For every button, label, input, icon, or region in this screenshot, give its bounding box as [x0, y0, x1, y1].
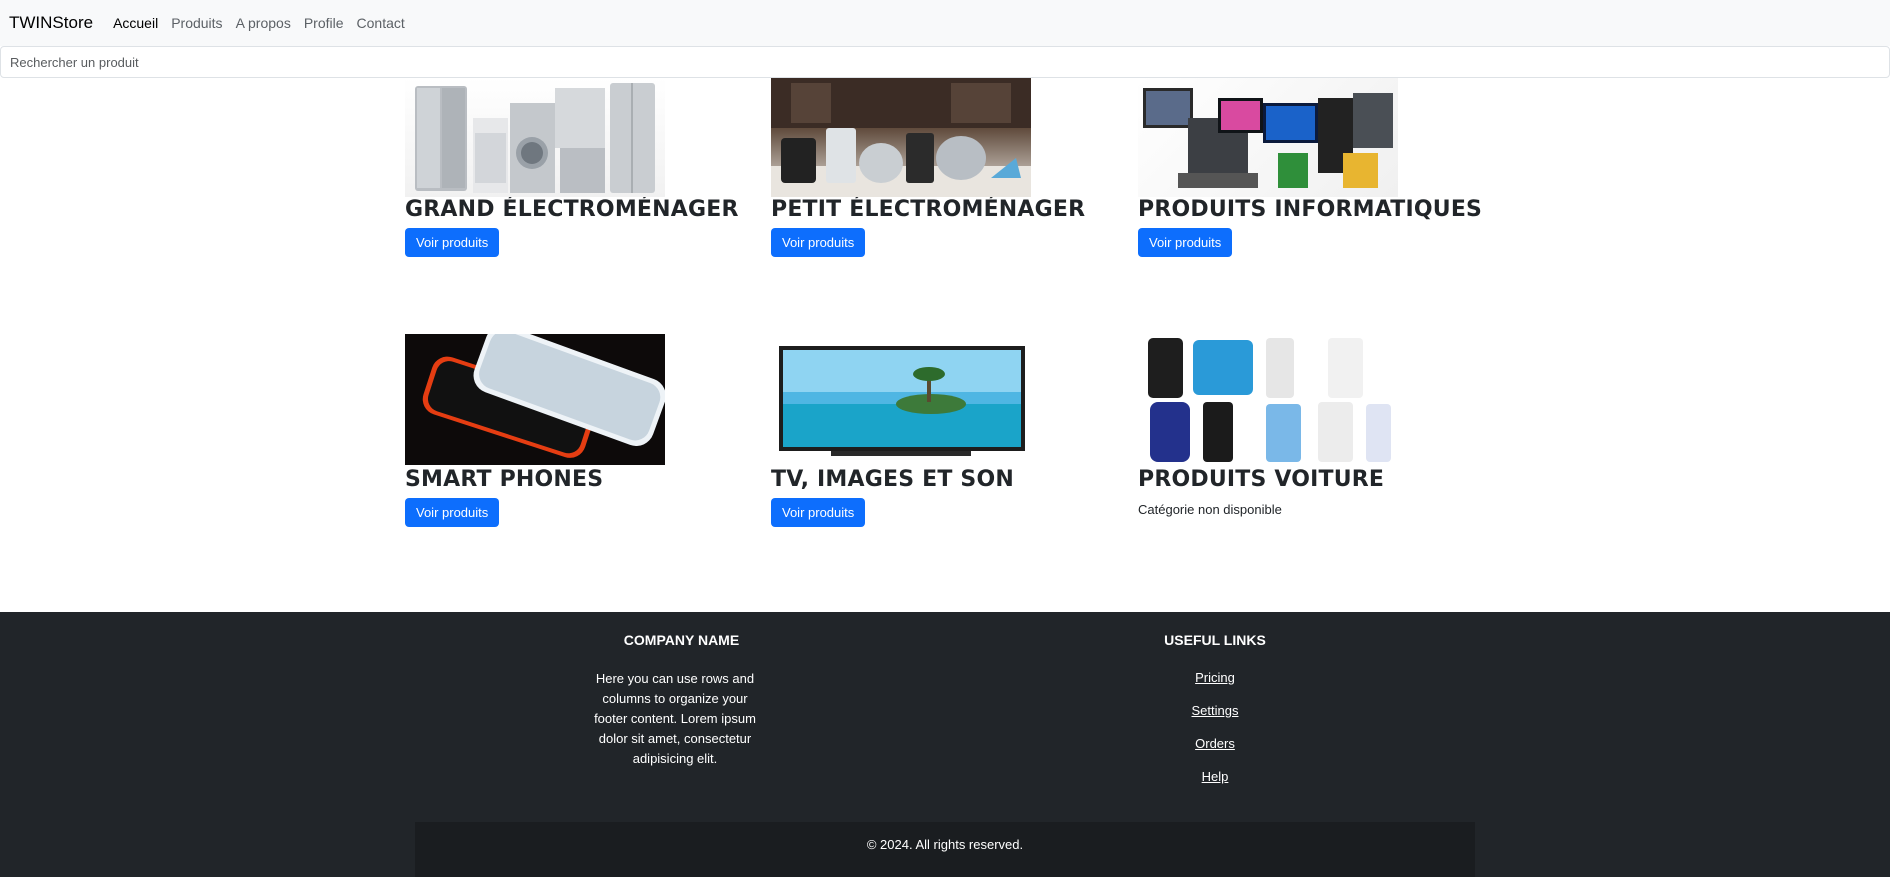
- footer-company-text: Here you can use rows and columns to org…: [594, 671, 756, 766]
- category-title: PETIT ÉLECTROMÉNAGER: [771, 197, 1086, 222]
- category-unavailable-text: Catégorie non disponible: [1138, 502, 1282, 517]
- footer-links-heading: USEFUL LINKS: [1164, 632, 1266, 648]
- category-image-small-appliances[interactable]: [771, 78, 1031, 197]
- voir-produits-button[interactable]: Voir produits: [405, 498, 500, 527]
- category-image-tv[interactable]: [771, 334, 1031, 465]
- category-title: TV, IMAGES ET SON: [771, 467, 1014, 492]
- footer: COMPANY NAME Here you can use rows and c…: [0, 612, 1890, 877]
- brand-link[interactable]: TWINStore: [9, 13, 93, 33]
- voir-produits-button[interactable]: Voir produits: [1138, 228, 1233, 257]
- footer-company-heading: COMPANY NAME: [623, 632, 740, 648]
- category-image-appliances[interactable]: [405, 78, 665, 197]
- category-image-phones[interactable]: [405, 334, 665, 465]
- footer-link-pricing[interactable]: Pricing: [1155, 670, 1275, 685]
- voir-produits-button[interactable]: Voir produits: [405, 228, 500, 257]
- category-card-tv-images-son: TV, IMAGES ET SON Voir produits: [771, 334, 1101, 527]
- nav-link-produits[interactable]: Produits: [171, 15, 222, 31]
- category-card-produits-informatiques: PRODUITS INFORMATIQUES Voir produits: [1138, 78, 1483, 257]
- nav-link-contact[interactable]: Contact: [357, 15, 405, 31]
- category-title: PRODUITS INFORMATIQUES: [1138, 197, 1483, 222]
- footer-link-orders[interactable]: Orders: [1155, 736, 1275, 751]
- category-image-car-products[interactable]: [1138, 334, 1398, 465]
- footer-link-settings[interactable]: Settings: [1155, 703, 1275, 718]
- nav-link-profile[interactable]: Profile: [304, 15, 344, 31]
- nav-link-accueil[interactable]: Accueil: [113, 15, 158, 31]
- voir-produits-button[interactable]: Voir produits: [771, 228, 866, 257]
- voir-produits-button[interactable]: Voir produits: [771, 498, 866, 527]
- category-card-petit-electromenager: PETIT ÉLECTROMÉNAGER Voir produits: [771, 78, 1101, 257]
- category-title: GRAND ÉLECTROMÉNAGER: [405, 197, 739, 222]
- navbar: TWINStore Accueil Produits A propos Prof…: [0, 0, 1890, 46]
- footer-link-help[interactable]: Help: [1155, 769, 1275, 784]
- category-card-produits-voiture: PRODUITS VOITURE Catégorie non disponibl…: [1138, 334, 1468, 517]
- nav-link-a-propos[interactable]: A propos: [236, 15, 291, 31]
- copyright-bar: © 2024. All rights reserved.: [415, 822, 1475, 877]
- category-card-grand-electromenager: GRAND ÉLECTROMÉNAGER Voir produits: [405, 78, 739, 257]
- search-input[interactable]: [0, 46, 1890, 78]
- category-image-computers[interactable]: [1138, 78, 1398, 197]
- category-card-smart-phones: SMART PHONES Voir produits: [405, 334, 735, 527]
- category-title: SMART PHONES: [405, 467, 604, 492]
- category-title: PRODUITS VOITURE: [1138, 467, 1385, 492]
